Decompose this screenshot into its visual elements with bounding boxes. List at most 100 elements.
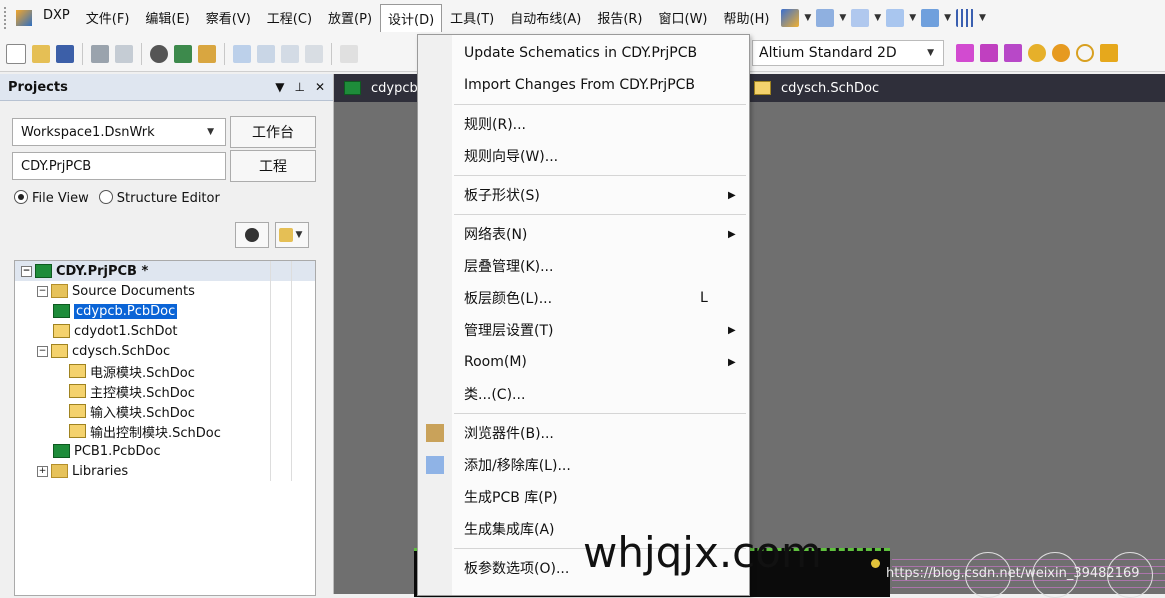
radio-checked-icon[interactable]	[14, 190, 28, 204]
expand-icon[interactable]: +	[37, 465, 48, 477]
tree-item[interactable]: − CDY.PrjPCB *	[15, 261, 315, 281]
distribute-icon[interactable]	[886, 9, 905, 27]
chevron-down-icon[interactable]: ▼	[874, 13, 881, 23]
structure-editor-option[interactable]: Structure Editor	[98, 190, 220, 206]
tree-item[interactable]: 输出控制模块.SchDoc	[15, 421, 315, 441]
zoom-selected-icon[interactable]	[281, 44, 299, 63]
arc-icon[interactable]	[1076, 44, 1094, 62]
chevron-down-icon[interactable]: ▼	[944, 13, 951, 23]
save-icon[interactable]	[56, 44, 74, 63]
design-menu-item[interactable]: 浏览器件(B)...	[418, 418, 749, 448]
tree-item[interactable]: − Source Documents	[15, 281, 315, 301]
menu-0[interactable]: DXP	[35, 4, 78, 32]
chart-icon[interactable]	[781, 9, 800, 27]
room-icon[interactable]	[921, 9, 940, 27]
collapse-icon[interactable]: −	[21, 265, 32, 277]
menu-4[interactable]: 工程(C)	[259, 4, 320, 32]
tree-item[interactable]: 输入模块.SchDoc	[15, 401, 315, 421]
panel-title: Projects	[8, 79, 68, 95]
radio-unchecked-icon[interactable]	[98, 190, 113, 204]
workspace-options-button[interactable]	[235, 222, 269, 248]
tree-item[interactable]: − cdysch.SchDoc	[15, 341, 315, 361]
design-menu-item[interactable]: Update Schematics in CDY.PrjPCB	[418, 38, 749, 68]
route-icon[interactable]	[956, 44, 974, 62]
menu-1[interactable]: 文件(F)	[78, 4, 138, 32]
menu-8[interactable]: 自动布线(A)	[502, 4, 589, 32]
board-icon[interactable]	[174, 44, 192, 63]
tree-item[interactable]: cdypcb.PcbDoc	[15, 301, 315, 321]
filter-icon[interactable]	[305, 44, 323, 63]
project-button[interactable]: 工程	[230, 150, 316, 182]
panel-icon[interactable]	[198, 44, 216, 63]
project-field[interactable]: CDY.PrjPCB	[12, 152, 226, 180]
zoom-fit-icon[interactable]	[233, 44, 251, 63]
panel-menu-icon[interactable]: ▼	[275, 80, 284, 94]
chevron-down-icon[interactable]: ▼	[979, 13, 986, 23]
new-file-icon[interactable]	[6, 43, 26, 64]
design-menu-item[interactable]: Import Changes From CDY.PrjPCB	[418, 70, 749, 100]
collapse-icon[interactable]: −	[37, 285, 48, 297]
grid-icon[interactable]	[956, 9, 975, 27]
workspace-button[interactable]: 工作台	[230, 116, 316, 148]
cut-icon[interactable]	[340, 44, 358, 63]
design-menu-item[interactable]: 生成PCB 库(P)	[418, 482, 749, 512]
menu-2[interactable]: 编辑(E)	[137, 4, 197, 32]
design-menu-item[interactable]: 板层颜色(L)... L	[418, 283, 749, 313]
close-icon[interactable]: ✕	[315, 80, 325, 94]
menu-11[interactable]: 帮助(H)	[716, 4, 778, 32]
view-mode-select[interactable]: Altium Standard 2D ▼	[752, 40, 944, 66]
pcb-doc-icon	[35, 264, 52, 278]
view-mode-radio-group: File View Structure Editor	[14, 190, 220, 206]
tree-item[interactable]: PCB1.PcbDoc	[15, 441, 315, 461]
interactive-route-icon[interactable]	[980, 44, 998, 62]
align-icon[interactable]	[816, 9, 835, 27]
design-menu-item[interactable]: 添加/移除库(L)...	[418, 450, 749, 480]
print-preview-icon[interactable]	[115, 44, 133, 63]
sch-doc-icon	[69, 384, 86, 398]
project-options-button[interactable]: ▼	[275, 222, 309, 248]
file-view-option[interactable]: File View	[14, 190, 89, 206]
design-menu-item[interactable]: 层叠管理(K)...	[418, 251, 749, 281]
diff-pair-icon[interactable]	[1004, 44, 1022, 62]
fill-icon[interactable]	[1100, 44, 1118, 62]
tree-item[interactable]: 电源模块.SchDoc	[15, 361, 315, 381]
tree-item[interactable]: + Libraries	[15, 461, 315, 481]
menu-9[interactable]: 报告(R)	[589, 4, 650, 32]
chevron-down-icon[interactable]: ▼	[804, 13, 811, 23]
design-menu-item[interactable]: 板子形状(S) ▶	[418, 180, 749, 210]
open-folder-icon[interactable]	[32, 44, 50, 63]
design-menu-item[interactable]: 网络表(N) ▶	[418, 219, 749, 249]
workspace-select[interactable]: Workspace1.DsnWrk ▼	[12, 118, 226, 146]
menu-10[interactable]: 窗口(W)	[651, 4, 716, 32]
menu-7[interactable]: 工具(T)	[442, 4, 502, 32]
menu-3[interactable]: 察看(V)	[198, 4, 259, 32]
tree-column-grid	[270, 341, 315, 361]
menu-item-label: 规则向导(W)...	[464, 149, 559, 165]
menu-item-label: Update Schematics in CDY.PrjPCB	[464, 45, 698, 61]
tree-item[interactable]: 主控模块.SchDoc	[15, 381, 315, 401]
toolbar-grip[interactable]	[4, 7, 10, 29]
layers-icon[interactable]	[150, 44, 168, 63]
pad-icon[interactable]	[1028, 44, 1046, 62]
zoom-area-icon[interactable]	[257, 44, 275, 63]
menu-5[interactable]: 放置(P)	[320, 4, 380, 32]
menu-item-label: 生成PCB 库(P)	[464, 490, 558, 506]
via-icon[interactable]	[1052, 44, 1070, 62]
find-icon[interactable]	[851, 9, 870, 27]
print-icon[interactable]	[91, 44, 109, 63]
chevron-down-icon[interactable]: ▼	[839, 13, 846, 23]
menu-item-label: 规则(R)...	[464, 117, 527, 133]
design-menu-item[interactable]: 规则向导(W)...	[418, 141, 749, 171]
collapse-icon[interactable]: −	[37, 345, 48, 357]
tab-cdysch[interactable]: cdysch.SchDoc	[744, 81, 889, 96]
design-menu-item[interactable]: Room(M) ▶	[418, 347, 749, 377]
design-menu-item[interactable]: 类...(C)...	[418, 379, 749, 409]
pin-icon[interactable]: ⊥	[294, 80, 304, 94]
design-menu-item[interactable]: 管理层设置(T) ▶	[418, 315, 749, 345]
menu-6[interactable]: 设计(D)	[380, 4, 443, 32]
design-menu-item[interactable]: 规则(R)...	[418, 109, 749, 139]
tree-column-grid	[270, 261, 315, 281]
tree-item[interactable]: cdydot1.SchDot	[15, 321, 315, 341]
tab-label: cdysch.SchDoc	[781, 80, 880, 96]
chevron-down-icon[interactable]: ▼	[909, 13, 916, 23]
